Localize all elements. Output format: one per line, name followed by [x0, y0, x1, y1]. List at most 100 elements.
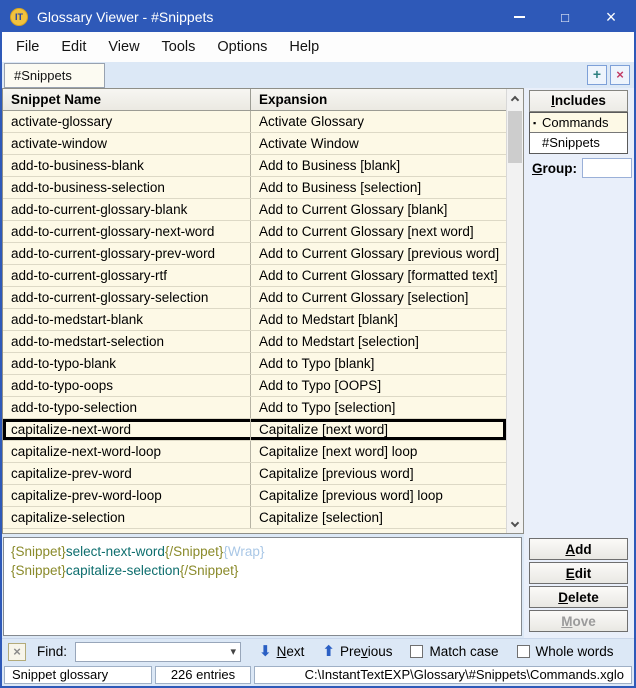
snippet-name-cell[interactable]: capitalize-prev-word — [3, 463, 251, 484]
snippet-name-cell[interactable]: capitalize-next-word — [3, 419, 251, 440]
expansion-cell[interactable]: Add to Medstart [blank] — [251, 309, 506, 330]
scroll-up-button[interactable] — [507, 89, 523, 106]
snippet-name-cell[interactable]: add-to-typo-selection — [3, 397, 251, 418]
table-row[interactable]: add-to-current-glossary-rtf Add to Curren… — [3, 265, 506, 287]
column-header-expansion[interactable]: Expansion — [251, 89, 506, 110]
snippet-name-cell[interactable]: capitalize-next-word-loop — [3, 441, 251, 462]
chevron-down-icon — [510, 518, 520, 527]
window-inner: IT Glossary Viewer - #Snippets □ × File E… — [2, 2, 634, 686]
menu-item-file[interactable]: File — [5, 32, 50, 62]
table-row[interactable]: capitalize-next-word-loop Capitalize [nex… — [3, 441, 506, 463]
delete-button[interactable]: Delete — [529, 586, 628, 608]
snippet-name-cell[interactable]: activate-glossary — [3, 111, 251, 132]
match-case-checkbox[interactable]: Match case — [410, 644, 499, 659]
expansion-cell[interactable]: Capitalize [selection] — [251, 507, 506, 528]
expansion-cell[interactable]: Add to Typo [blank] — [251, 353, 506, 374]
expansion-cell[interactable]: Add to Medstart [selection] — [251, 331, 506, 352]
expansion-cell[interactable]: Add to Business [blank] — [251, 155, 506, 176]
dropdown-arrow-icon[interactable]: ▾ — [230, 644, 236, 661]
move-button[interactable]: Move — [529, 610, 628, 632]
close-tab-button[interactable]: × — [610, 65, 630, 85]
expansion-cell[interactable]: Add to Current Glossary [next word] — [251, 221, 506, 242]
expansion-cell[interactable]: Add to Current Glossary [selection] — [251, 287, 506, 308]
menu-item-options[interactable]: Options — [206, 32, 278, 62]
expansion-cell[interactable]: Add to Current Glossary [blank] — [251, 199, 506, 220]
expansion-cell[interactable]: Capitalize [next word] — [251, 419, 506, 440]
snippet-name-cell[interactable]: add-to-current-glossary-next-word — [3, 221, 251, 242]
snippet-name-cell[interactable]: add-to-business-selection — [3, 177, 251, 198]
table-row[interactable]: capitalize-prev-word Capitalize [previous… — [3, 463, 506, 485]
find-input[interactable] — [77, 643, 222, 660]
menu-item-view[interactable]: View — [97, 32, 150, 62]
table-row[interactable]: add-to-typo-oops Add to Typo [OOPS] — [3, 375, 506, 397]
expansion-cell[interactable]: Capitalize [previous word] — [251, 463, 506, 484]
add-tab-button[interactable]: + — [587, 65, 607, 85]
snippet-name-cell[interactable]: add-to-typo-blank — [3, 353, 251, 374]
snippet-table: Snippet Name Expansion activate-glossary… — [2, 88, 524, 534]
includes-item-commands[interactable]: ▪ Commands — [530, 113, 627, 133]
find-combobox[interactable]: ▾ — [75, 641, 242, 662]
snippet-name-cell[interactable]: add-to-current-glossary-rtf — [3, 265, 251, 286]
minimize-button[interactable] — [496, 2, 542, 32]
close-window-button[interactable]: × — [588, 2, 634, 32]
group-input[interactable] — [582, 158, 633, 178]
table-row[interactable]: add-to-current-glossary-prev-word Add to … — [3, 243, 506, 265]
find-previous-button[interactable]: ⬆ Previous — [322, 644, 392, 659]
checkbox-icon[interactable] — [410, 645, 424, 658]
table-row[interactable]: activate-glossary Activate Glossary — [3, 111, 506, 133]
table-row[interactable]: add-to-business-blank Add to Business [bl… — [3, 155, 506, 177]
table-row[interactable]: capitalize-selection Capitalize [selectio… — [3, 507, 506, 529]
vertical-scrollbar[interactable] — [506, 89, 523, 533]
snippet-name-cell[interactable]: capitalize-selection — [3, 507, 251, 528]
table-row[interactable]: activate-window Activate Window — [3, 133, 506, 155]
expansion-cell[interactable]: Activate Window — [251, 133, 506, 154]
table-row[interactable]: add-to-medstart-selection Add to Medstart… — [3, 331, 506, 353]
snippet-name-cell[interactable]: add-to-medstart-selection — [3, 331, 251, 352]
scroll-down-button[interactable] — [507, 516, 523, 533]
snippet-name-cell[interactable]: add-to-medstart-blank — [3, 309, 251, 330]
table-row[interactable]: add-to-current-glossary-next-word Add to … — [3, 221, 506, 243]
snippet-name-cell[interactable]: capitalize-prev-word-loop — [3, 485, 251, 506]
arrow-up-icon: ⬆ — [322, 643, 335, 660]
preview-segment-tag: {/Snippet} — [164, 544, 224, 559]
maximize-button[interactable]: □ — [542, 2, 588, 32]
add-button[interactable]: Add — [529, 538, 628, 560]
includes-button[interactable]: Includes — [529, 90, 628, 112]
preview-line: {Snippet}capitalize-selection{/Snippet} — [11, 561, 514, 580]
table-row[interactable]: add-to-typo-selection Add to Typo [select… — [3, 397, 506, 419]
snippet-name-cell[interactable]: add-to-current-glossary-prev-word — [3, 243, 251, 264]
whole-words-checkbox[interactable]: Whole words — [516, 644, 614, 659]
expansion-cell[interactable]: Add to Typo [selection] — [251, 397, 506, 418]
table-row[interactable]: add-to-business-selection Add to Business… — [3, 177, 506, 199]
snippet-name-cell[interactable]: add-to-business-blank — [3, 155, 251, 176]
tab-snippets[interactable]: #Snippets — [4, 63, 105, 88]
expansion-cell[interactable]: Capitalize [previous word] loop — [251, 485, 506, 506]
table-row[interactable]: capitalize-next-word Capitalize [next wor… — [3, 419, 506, 441]
snippet-name-cell[interactable]: add-to-current-glossary-selection — [3, 287, 251, 308]
table-row[interactable]: add-to-current-glossary-blank Add to Curr… — [3, 199, 506, 221]
menu-item-help[interactable]: Help — [278, 32, 330, 62]
expansion-cell[interactable]: Add to Business [selection] — [251, 177, 506, 198]
column-header-snippet-name[interactable]: Snippet Name — [3, 89, 251, 110]
snippet-name-cell[interactable]: add-to-current-glossary-blank — [3, 199, 251, 220]
find-next-button[interactable]: ⬇ Next — [259, 644, 304, 659]
expansion-cell[interactable]: Capitalize [next word] loop — [251, 441, 506, 462]
menu-item-tools[interactable]: Tools — [151, 32, 207, 62]
snippet-name-cell[interactable]: activate-window — [3, 133, 251, 154]
expansion-cell[interactable]: Add to Current Glossary [previous word] — [251, 243, 506, 264]
snippet-preview[interactable]: {Snippet}select-next-word{/Snippet}{Wrap… — [3, 537, 522, 636]
table-row[interactable]: add-to-current-glossary-selection Add to … — [3, 287, 506, 309]
table-row[interactable]: capitalize-prev-word-loop Capitalize [pre… — [3, 485, 506, 507]
find-close-button[interactable]: × — [8, 642, 26, 661]
snippet-name-cell[interactable]: add-to-typo-oops — [3, 375, 251, 396]
includes-item-snippets[interactable]: #Snippets — [530, 133, 627, 153]
scrollbar-thumb[interactable] — [508, 111, 522, 163]
expansion-cell[interactable]: Activate Glossary — [251, 111, 506, 132]
edit-button[interactable]: Edit — [529, 562, 628, 584]
expansion-cell[interactable]: Add to Current Glossary [formatted text] — [251, 265, 506, 286]
checkbox-icon[interactable] — [516, 645, 530, 658]
menu-item-edit[interactable]: Edit — [50, 32, 97, 62]
table-row[interactable]: add-to-typo-blank Add to Typo [blank] — [3, 353, 506, 375]
table-row[interactable]: add-to-medstart-blank Add to Medstart [bl… — [3, 309, 506, 331]
expansion-cell[interactable]: Add to Typo [OOPS] — [251, 375, 506, 396]
